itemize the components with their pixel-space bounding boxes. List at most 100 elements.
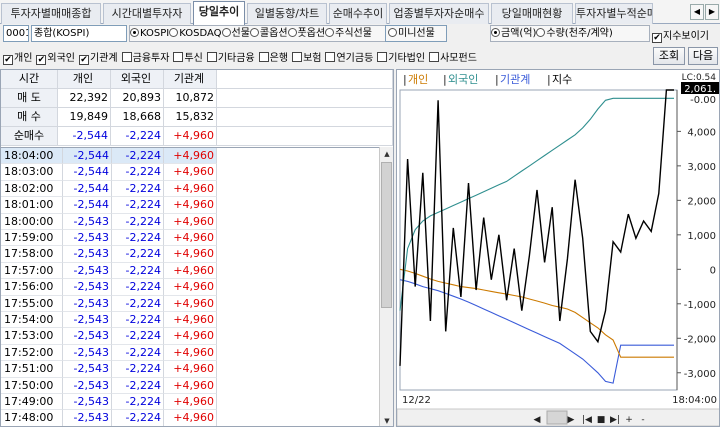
row-time: 17:52:00 <box>1 344 63 362</box>
chart-nav-icon-6[interactable]: - <box>641 415 644 425</box>
filter-checkbox[interactable] <box>258 52 269 62</box>
filter-checkbox[interactable] <box>121 52 132 62</box>
tab-prev-icon[interactable]: ◀ <box>690 4 704 20</box>
mini-futures-radio[interactable] <box>388 28 397 37</box>
filter-checkbox[interactable] <box>325 52 336 62</box>
market-radio[interactable] <box>287 28 297 37</box>
filter-1[interactable]: ✔ 외국인 <box>36 49 75 65</box>
table-row[interactable]: 17:56:00 -2,543 -2,224 +4,960 <box>1 279 379 296</box>
table-row[interactable]: 18:04:00 -2,544 -2,224 +4,960 <box>1 148 379 165</box>
unit-option-0[interactable]: 금액(억) <box>491 26 536 41</box>
unit-option-1[interactable]: 수량(천주/계약) <box>536 26 613 41</box>
chart-nav-icon-0[interactable]: ◀ <box>534 415 541 425</box>
filter-checkbox[interactable]: ✔ <box>79 55 90 65</box>
table-row[interactable]: 17:53:00 -2,543 -2,224 +4,960 <box>1 328 379 345</box>
filter-checkbox[interactable]: ✔ <box>3 55 13 65</box>
market-option-0[interactable]: KOSPI <box>130 26 169 41</box>
next-button[interactable]: 다음 <box>688 47 718 65</box>
table-row[interactable]: 17:58:00 -2,543 -2,224 +4,960 <box>1 246 379 263</box>
filter-checkbox[interactable] <box>206 52 217 62</box>
market-option-1[interactable]: KOSDAQ <box>169 26 222 41</box>
market-option-2[interactable]: 선물 <box>221 26 250 41</box>
row-foreign: -2,224 <box>112 361 164 378</box>
table-row[interactable]: 18:00:00 -2,543 -2,224 +4,960 <box>1 213 379 230</box>
chart-nav-icon-2[interactable]: |◀ <box>582 415 592 425</box>
tab-2[interactable]: 당일추이 <box>193 1 245 25</box>
mini-futures-option[interactable]: 미니선물 <box>385 25 447 42</box>
filter-9[interactable]: 기타법인 <box>377 49 425 64</box>
market-option-4[interactable]: 풋옵션 <box>287 26 325 41</box>
tab-7[interactable]: 투자자별누적순매수 <box>575 3 653 24</box>
filter-checkbox[interactable] <box>173 52 184 62</box>
filter-10[interactable]: 사모펀드 <box>429 49 477 64</box>
market-radio[interactable] <box>169 28 179 37</box>
tab-4[interactable]: 순매수추이 <box>329 3 387 24</box>
filter-5[interactable]: 기타금융 <box>206 49 255 64</box>
row-foreign: -2,224 <box>112 246 164 263</box>
table-row[interactable]: 17:57:00 -2,543 -2,224 +4,960 <box>1 262 379 280</box>
market-radio[interactable] <box>325 28 335 37</box>
chart-nav-icon-3[interactable]: ■ <box>597 415 606 425</box>
filter-6[interactable]: 은행 <box>258 49 288 64</box>
row-individual: -2,543 <box>63 279 112 296</box>
table-row[interactable]: 17:59:00 -2,543 -2,224 +4,960 <box>1 230 379 247</box>
table-row[interactable]: 17:54:00 -2,543 -2,224 +4,960 <box>1 312 379 329</box>
filter-checkbox[interactable] <box>377 52 388 62</box>
row-institution: +4,960 <box>164 410 217 426</box>
table-row[interactable]: 17:49:00 -2,543 -2,224 +4,960 <box>1 394 379 411</box>
table-row[interactable]: 18:03:00 -2,544 -2,224 +4,960 <box>1 164 379 181</box>
market-option-3[interactable]: 콜옵션 <box>249 26 288 41</box>
tab-next-icon[interactable]: ▶ <box>705 4 719 20</box>
filter-2[interactable]: ✔ 기관계 <box>79 49 118 65</box>
tab-3[interactable]: 일별동향/차트 <box>247 3 327 24</box>
table-row[interactable]: 18:02:00 -2,544 -2,224 +4,960 <box>1 180 379 198</box>
market-radio[interactable] <box>249 28 259 37</box>
row-time: 17:51:00 <box>1 361 63 378</box>
market-radio[interactable] <box>130 28 139 37</box>
tab-6[interactable]: 당일매매현황 <box>491 3 573 24</box>
table-row[interactable]: 17:52:00 -2,543 -2,224 +4,960 <box>1 344 379 362</box>
legend-1: 외국인 <box>448 73 478 86</box>
filter-checkbox[interactable] <box>429 52 440 62</box>
table-row[interactable]: 17:48:00 -2,543 -2,224 +4,960 <box>1 410 379 426</box>
chart-nav-icon-4[interactable]: ▶| <box>610 415 620 425</box>
scroll-thumb[interactable] <box>381 162 392 308</box>
chart-nav-icon-1[interactable]: ▶ <box>568 415 575 425</box>
row-time: 17:57:00 <box>1 262 63 280</box>
table-row[interactable]: 17:50:00 -2,543 -2,224 +4,960 <box>1 377 379 394</box>
unit-radio[interactable] <box>536 28 546 37</box>
table-row[interactable]: 17:55:00 -2,543 -2,224 +4,960 <box>1 295 379 312</box>
filter-8[interactable]: 연기금등 <box>325 49 373 64</box>
time-series-list[interactable]: 18:04:00 -2,544 -2,224 +4,960 18:03:00 -2,544… <box>1 147 379 426</box>
tab-1[interactable]: 시간대별투자자 <box>103 3 191 24</box>
trend-chart: | 개인 | 외국인 | 기관계 | 지수 4,000 3,000 2,000 1,000 0 -1,00… <box>396 69 720 427</box>
tab-0[interactable]: 투자자별매매종합 <box>1 3 101 24</box>
filter-4[interactable]: 투신 <box>173 49 203 64</box>
chart-scroll-thumb[interactable] <box>546 410 568 425</box>
row-institution: +4,960 <box>164 377 217 394</box>
row-institution: +4,960 <box>164 279 217 296</box>
filter-7[interactable]: 보험 <box>292 49 321 64</box>
query-button[interactable]: 조회 <box>653 47 685 65</box>
market-radio[interactable] <box>221 28 231 37</box>
summary-cell: -2,224 <box>111 127 164 146</box>
chart-nav-icon-5[interactable]: + <box>625 415 633 425</box>
table-row[interactable]: 17:51:00 -2,543 -2,224 +4,960 <box>1 361 379 378</box>
scroll-down-icon[interactable]: ▼ <box>380 414 393 426</box>
filter-0[interactable]: ✔ 개인 <box>3 49 32 65</box>
table-row[interactable]: 18:01:00 -2,544 -2,224 +4,960 <box>1 197 379 214</box>
market-option-5[interactable]: 주식선물 <box>325 26 372 41</box>
unit-radio[interactable] <box>491 28 500 37</box>
tab-5[interactable]: 업종별투자자순매수 <box>389 3 489 24</box>
summary-blank <box>217 89 393 108</box>
filter-checkbox[interactable] <box>292 52 303 62</box>
scroll-up-icon[interactable]: ▲ <box>380 147 393 161</box>
filter-checkbox[interactable]: ✔ <box>36 55 47 65</box>
list-scrollbar[interactable]: ▲ ▼ <box>379 147 393 426</box>
filter-3[interactable]: 금융투자 <box>121 49 169 64</box>
market-name-dropdown[interactable]: 종합(KOSPI) <box>31 25 127 42</box>
row-individual: -2,543 <box>63 312 112 329</box>
row-individual: -2,544 <box>63 148 112 165</box>
index-view-checkbox[interactable]: ✔ 지수보이기 <box>652 27 709 43</box>
market-code-input[interactable]: 0001 <box>3 25 29 42</box>
